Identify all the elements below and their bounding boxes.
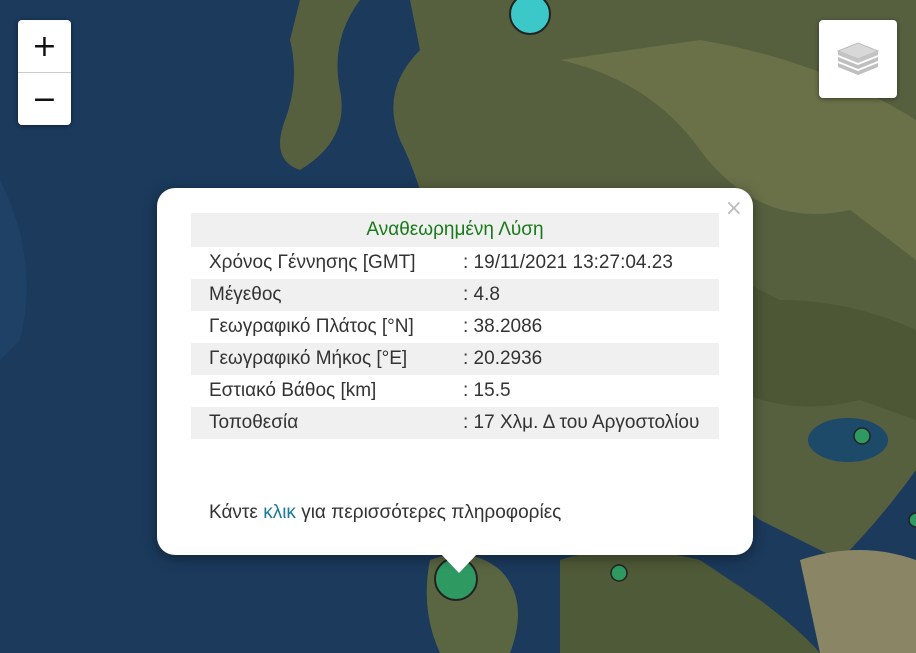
row-value: : 38.2086	[463, 316, 543, 337]
table-row: Τοποθεσία : 17 Χλμ. Δ του Αργοστολίου	[191, 407, 719, 439]
table-row: Χρόνος Γέννησης [GMT] : 19/11/2021 13:27…	[191, 247, 719, 279]
table-row: Αναθεωρημένη Λύση	[191, 213, 719, 247]
event-info-table: Αναθεωρημένη Λύση Χρόνος Γέννησης [GMT] …	[191, 213, 719, 439]
row-value: : 15.5	[463, 380, 511, 401]
zoom-control: + −	[18, 20, 71, 125]
marker-small-2[interactable]	[853, 427, 871, 445]
close-icon[interactable]: ×	[725, 196, 743, 222]
table-row: Γεωγραφικό Μήκος [°E] : 20.2936	[191, 343, 719, 375]
row-label: Τοποθεσία	[191, 407, 453, 439]
more-info-text: Κάντε κλικ για περισσότερες πληροφορίες	[209, 502, 561, 524]
marker-small-1[interactable]	[610, 564, 628, 582]
row-label: Γεωγραφικό Μήκος [°E]	[191, 343, 453, 375]
solution-header: Αναθεωρημένη Λύση	[191, 213, 719, 247]
zoom-in-button[interactable]: +	[18, 20, 71, 73]
layers-icon	[836, 42, 880, 75]
row-label: Εστιακό Βάθος [km]	[209, 380, 377, 401]
zoom-out-button[interactable]: −	[18, 73, 71, 125]
layers-button[interactable]	[819, 20, 897, 98]
popup-tip	[440, 553, 478, 573]
table-row: Εστιακό Βάθος [km] : 15.5	[191, 375, 719, 407]
more-info-prefix: Κάντε	[209, 502, 264, 523]
row-label: Μέγεθος	[191, 279, 453, 311]
row-label: Χρόνος Γέννησης [GMT]	[209, 252, 416, 273]
lake	[808, 418, 888, 462]
more-info-link[interactable]: κλικ	[263, 502, 296, 523]
row-label: Γεωγραφικό Πλάτος [°N]	[209, 316, 414, 337]
marker-north[interactable]	[509, 0, 551, 35]
row-value: : 20.2936	[453, 343, 719, 375]
earthquake-popup: × Αναθεωρημένη Λύση Χρόνος Γέννησης [GMT…	[157, 188, 753, 555]
row-value: : 4.8	[453, 279, 719, 311]
table-row: Μέγεθος : 4.8	[191, 279, 719, 311]
table-row: Γεωγραφικό Πλάτος [°N] : 38.2086	[191, 311, 719, 343]
more-info-suffix: για περισσότερες πληροφορίες	[295, 502, 562, 523]
marker-edge[interactable]	[908, 512, 916, 528]
row-value: : 17 Χλμ. Δ του Αργοστολίου	[453, 407, 719, 439]
row-value: : 19/11/2021 13:27:04.23	[463, 252, 673, 273]
